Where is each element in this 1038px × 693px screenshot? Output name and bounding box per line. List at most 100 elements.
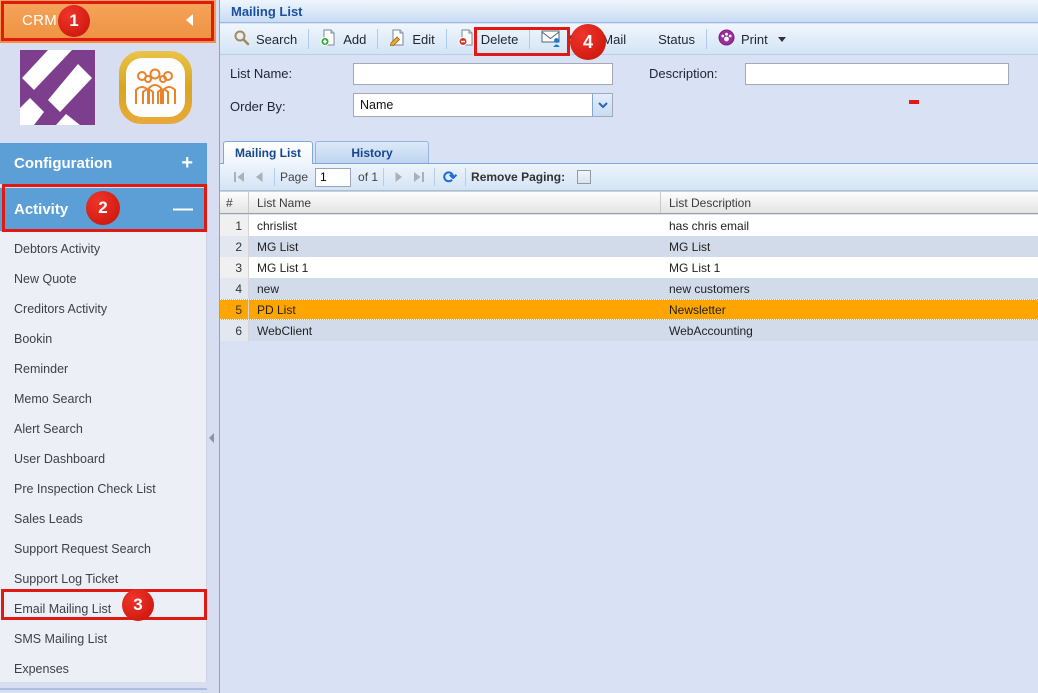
sidebar-bottom-divider [0, 688, 207, 690]
cell-list-name: chrislist [249, 215, 661, 236]
chevron-down-icon[interactable] [592, 94, 612, 116]
search-icon [233, 29, 250, 49]
annotation-step-badge: 2 [86, 191, 120, 225]
toolbar-separator [377, 29, 378, 49]
pager-separator [383, 168, 384, 186]
delete-icon [458, 29, 475, 49]
cell-list-name: MG List [249, 236, 661, 257]
tab-history[interactable]: History [315, 141, 429, 163]
add-button[interactable]: Add [311, 26, 375, 52]
panel-titlebar: Mailing List [220, 0, 1038, 23]
cell-list-description: MG List [661, 236, 1038, 257]
page-title: Mailing List [231, 4, 303, 19]
edit-icon [389, 29, 406, 49]
red-dash-annotation [909, 100, 919, 104]
cell-row-number: 5 [220, 300, 249, 319]
section-label: Configuration [0, 155, 181, 172]
next-page-icon[interactable] [389, 167, 409, 187]
sidebar-item-sales-leads[interactable]: Sales Leads [0, 504, 206, 534]
cell-list-description: has chris email [661, 215, 1038, 236]
column-header-list-name[interactable]: List Name [249, 192, 661, 213]
table-row[interactable]: 5PD ListNewsletter [220, 299, 1038, 320]
annotation-step-badge: 4 [570, 24, 606, 60]
print-dropdown-caret-icon[interactable] [778, 37, 786, 42]
description-input[interactable] [745, 63, 1009, 85]
cell-row-number: 4 [220, 278, 249, 299]
annotation-rect-crm-header [1, 1, 214, 41]
table-row[interactable]: 1chrislisthas chris email [220, 215, 1038, 236]
cell-list-name: new [249, 278, 661, 299]
cell-list-name: MG List 1 [249, 257, 661, 278]
sidebar-item-reminder[interactable]: Reminder [0, 354, 206, 384]
annotation-step-badge: 3 [122, 589, 154, 621]
sidebar-item-sms-mailing-list[interactable]: SMS Mailing List [0, 624, 206, 654]
sidebar-section-configuration[interactable]: Configuration + [0, 143, 207, 184]
page-of-label: of 1 [358, 170, 378, 184]
cell-row-number: 2 [220, 236, 249, 257]
cell-row-number: 1 [220, 215, 249, 236]
table-row[interactable]: 3MG List 1MG List 1 [220, 257, 1038, 278]
annotation-rect-email-mailing-list [1, 589, 207, 620]
annotation-step-badge: 1 [58, 5, 90, 37]
splitter-collapse-icon[interactable] [209, 433, 214, 443]
remove-paging-checkbox[interactable] [577, 170, 591, 184]
order-by-label: Order By: [230, 99, 286, 114]
company-logo [20, 50, 95, 130]
table-row[interactable]: 6WebClientWebAccounting [220, 320, 1038, 341]
toolbar-separator [446, 29, 447, 49]
sidebar-item-pre-inspection-check-list[interactable]: Pre Inspection Check List [0, 474, 206, 504]
status-button[interactable]: Status [649, 26, 704, 52]
search-button[interactable]: Search [224, 26, 306, 52]
sidebar-item-alert-search[interactable]: Alert Search [0, 414, 206, 444]
expand-icon[interactable]: + [181, 152, 207, 175]
edit-button[interactable]: Edit [380, 26, 443, 52]
sidebar-item-user-dashboard[interactable]: User Dashboard [0, 444, 206, 474]
sidebar-item-support-request-search[interactable]: Support Request Search [0, 534, 206, 564]
last-page-icon[interactable] [409, 167, 429, 187]
table-row[interactable]: 4newnew customers [220, 278, 1038, 299]
cell-row-number: 6 [220, 320, 249, 341]
first-page-icon[interactable] [229, 167, 249, 187]
mailing-list-panel: Mailing List Search Add Edit [219, 0, 1038, 693]
order-by-select[interactable]: Name [353, 93, 613, 117]
order-by-value: Name [354, 98, 592, 112]
page-label: Page [280, 170, 308, 184]
sidebar-item-bookin[interactable]: Bookin [0, 324, 206, 354]
cell-list-description: new customers [661, 278, 1038, 299]
sidebar-item-expenses[interactable]: Expenses [0, 654, 206, 684]
page-number-input[interactable] [315, 168, 351, 187]
crm-module-icon [117, 49, 194, 131]
cell-row-number: 3 [220, 257, 249, 278]
column-header-number[interactable]: # [220, 192, 249, 213]
tab-mailing-list[interactable]: Mailing List [223, 141, 313, 164]
cell-list-description: Newsletter [661, 300, 1038, 319]
column-header-list-description[interactable]: List Description [661, 192, 1038, 213]
pager-bar: Page of 1 ⟳ Remove Paging: [220, 163, 1038, 191]
table-row[interactable]: 2MG ListMG List [220, 236, 1038, 257]
pager-separator [434, 168, 435, 186]
cell-list-name: WebClient [249, 320, 661, 341]
print-button[interactable]: Print [709, 26, 795, 52]
print-icon [718, 29, 735, 49]
list-name-input[interactable] [353, 63, 613, 85]
description-label: Description: [649, 66, 718, 81]
pager-separator [274, 168, 275, 186]
cell-list-name: PD List [249, 300, 661, 319]
previous-page-icon[interactable] [249, 167, 269, 187]
sidebar-item-memo-search[interactable]: Memo Search [0, 384, 206, 414]
list-name-label: List Name: [230, 66, 292, 81]
table-header: # List Name List Description [220, 191, 1038, 214]
toolbar-separator [308, 29, 309, 49]
sidebar-item-new-quote[interactable]: New Quote [0, 264, 206, 294]
cell-list-description: WebAccounting [661, 320, 1038, 341]
sidebar-item-debtors-activity[interactable]: Debtors Activity [0, 234, 206, 264]
cell-list-description: MG List 1 [661, 257, 1038, 278]
add-icon [320, 29, 337, 49]
annotation-rect-send-mail [474, 27, 570, 56]
refresh-icon[interactable]: ⟳ [440, 167, 460, 187]
pager-separator [465, 168, 466, 186]
toolbar: Search Add Edit Delete [220, 24, 1038, 55]
toolbar-separator [706, 29, 707, 49]
sidebar-item-creditors-activity[interactable]: Creditors Activity [0, 294, 206, 324]
table-body: 1chrislisthas chris email2MG ListMG List… [220, 215, 1038, 341]
